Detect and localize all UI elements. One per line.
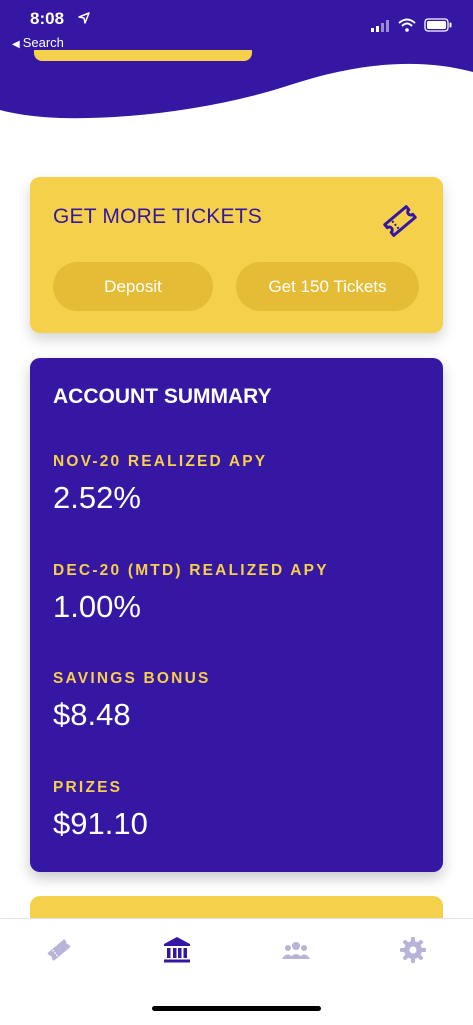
status-bar: 8:08 ◀ Search <box>0 0 473 56</box>
nov-apy-value: 2.52% <box>53 480 141 515</box>
nov-apy-label: NOV-20 REALIZED APY <box>53 453 268 470</box>
back-triangle-icon: ◀ <box>12 39 20 50</box>
back-label: Search <box>22 35 64 50</box>
get-more-tickets-card: GET MORE TICKETS Deposit Get 150 Tickets <box>30 177 443 333</box>
tickets-card-title: GET MORE TICKETS <box>53 205 262 228</box>
savings-bonus-label: SAVINGS BONUS <box>53 670 211 687</box>
dec-apy-label: DEC-20 (MTD) REALIZED APY <box>53 562 329 579</box>
bank-icon[interactable] <box>162 935 192 965</box>
ticket-icon <box>383 205 417 237</box>
savings-bonus-value: $8.48 <box>53 697 131 732</box>
back-to-search[interactable]: ◀ Search <box>12 35 64 50</box>
people-icon[interactable] <box>281 935 311 965</box>
battery-icon <box>424 18 452 32</box>
wifi-icon <box>398 18 416 32</box>
signal-icon <box>371 20 389 32</box>
dec-apy-value: 1.00% <box>53 589 141 624</box>
get-150-tickets-button[interactable]: Get 150 Tickets <box>236 262 419 311</box>
gear-icon[interactable] <box>398 935 428 965</box>
status-time: 8:08 <box>30 9 65 28</box>
prizes-value: $91.10 <box>53 806 148 841</box>
location-arrow-icon <box>78 12 90 24</box>
summary-title: ACCOUNT SUMMARY <box>53 385 272 408</box>
deposit-button[interactable]: Deposit <box>53 262 213 311</box>
account-summary-card: ACCOUNT SUMMARY NOV-20 REALIZED APY 2.52… <box>30 358 443 872</box>
home-indicator[interactable] <box>152 1006 321 1011</box>
prizes-label: PRIZES <box>53 779 123 796</box>
ticket-icon[interactable] <box>44 935 74 965</box>
